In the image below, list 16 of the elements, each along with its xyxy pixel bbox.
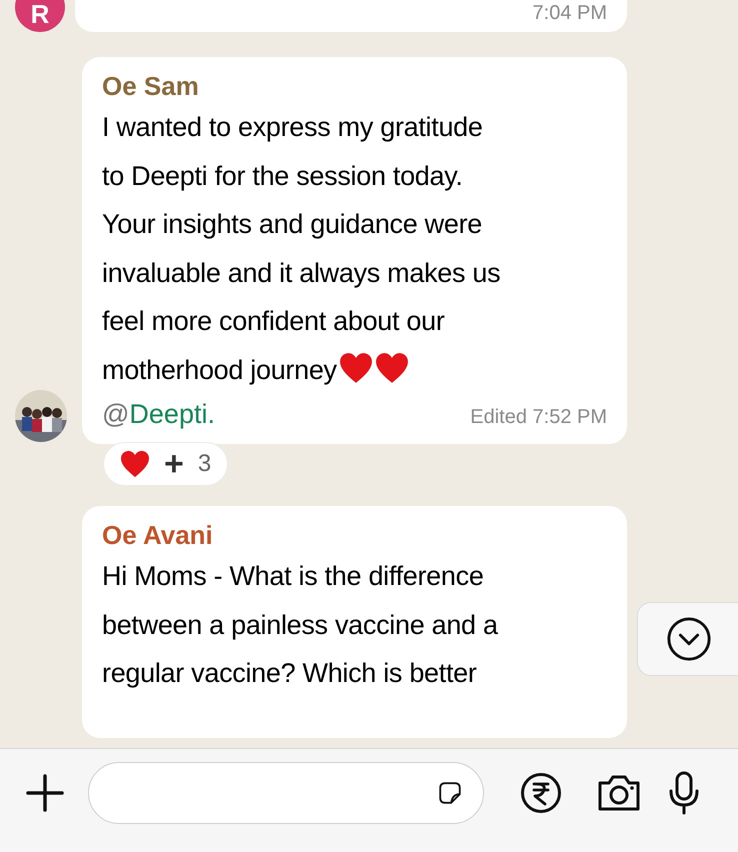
sender-name: Oe Avani (102, 519, 214, 552)
mention-link[interactable]: @Deepti. (102, 394, 215, 434)
message-time: Edited 7:52 PM (470, 405, 607, 430)
heart-icon (120, 450, 150, 478)
heart-icon (374, 350, 409, 384)
avatar[interactable]: R (15, 0, 65, 32)
add-reaction-icon: + (164, 447, 184, 481)
message-time: 7:04 PM (532, 1, 607, 26)
scroll-down-button[interactable] (637, 602, 738, 676)
heart-icon (338, 350, 373, 384)
message-text: I wanted to express my gratitude to Deepti for the session today. Your insights and guidance were invaluable and it always makes us feel more confident about our motherhood journey (102, 111, 502, 387)
sender-name: Oe Sam (102, 70, 200, 103)
reaction-count: 3 (198, 449, 212, 479)
chevron-down-icon (666, 616, 712, 662)
reaction-pill[interactable]: + 3 (103, 442, 228, 486)
message-text: Hi Moms - What is the difference between a painless vaccine and a regular vaccine? Which is better (102, 560, 499, 690)
